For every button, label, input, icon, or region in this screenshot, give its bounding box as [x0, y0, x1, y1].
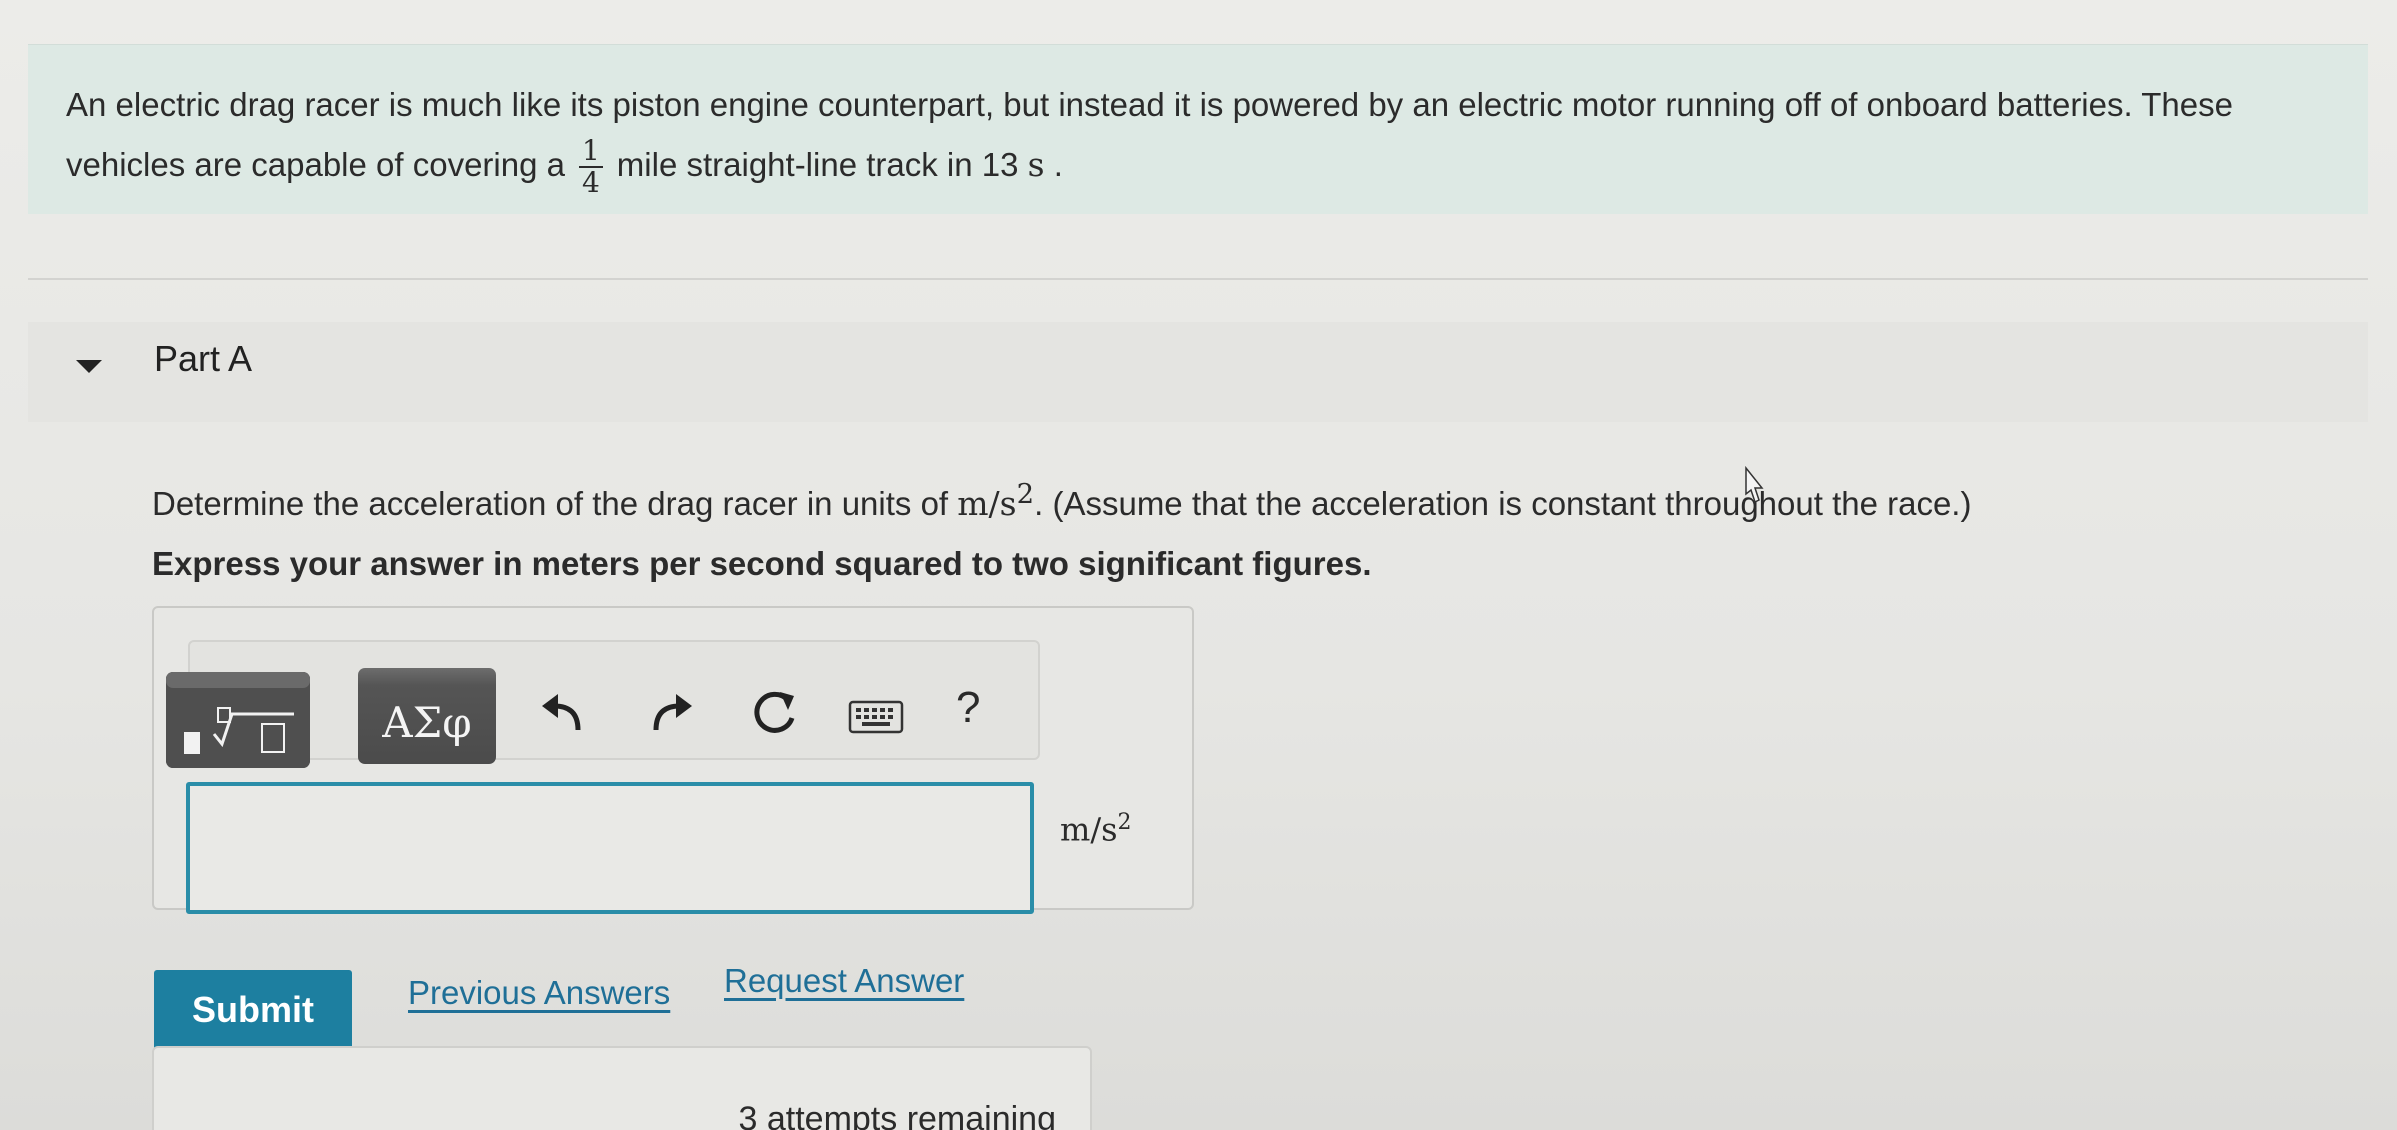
submit-button[interactable]: Submit	[154, 970, 352, 1050]
section-divider	[28, 278, 2368, 280]
page: An electric drag racer is much like its …	[0, 0, 2397, 1130]
question-before: Determine the acceleration of the drag r…	[152, 485, 949, 522]
request-answer-link[interactable]: Request Answer	[724, 962, 964, 1000]
fraction-numerator: 1	[578, 136, 603, 169]
part-title: Part A	[154, 338, 253, 379]
keyboard-icon[interactable]	[848, 700, 904, 734]
attempts-feedback-box: 3 attempts remaining	[152, 1046, 1092, 1130]
mouse-cursor-icon	[1745, 466, 1764, 504]
reset-icon[interactable]	[748, 688, 800, 740]
attempts-remaining-text: 3 attempts remaining	[738, 1100, 1057, 1130]
help-icon[interactable]: ?	[956, 686, 980, 730]
templates-button[interactable]	[166, 672, 310, 768]
question-unit-exp: 2	[1016, 478, 1035, 510]
answer-unit-base: m/s	[1060, 810, 1118, 849]
answer-unit-exp: 2	[1117, 810, 1132, 835]
seconds-unit: s	[1027, 145, 1045, 184]
templates-icon	[166, 672, 310, 768]
math-toolbar	[188, 640, 1040, 760]
intro-line2-end: mile straight-line track in 13	[616, 146, 1019, 183]
symbols-label: ΑΣφ	[382, 698, 472, 747]
instruction-text: Express your answer in meters per second…	[152, 545, 1372, 582]
fraction: 14	[578, 136, 603, 200]
intro-text: An electric drag racer is much like its …	[66, 75, 2346, 198]
part-a-header[interactable]: Part A	[28, 322, 2368, 422]
undo-icon[interactable]	[538, 690, 588, 736]
intro-line2-start: vehicles are capable of covering a	[66, 146, 565, 183]
answer-input[interactable]	[186, 782, 1034, 914]
previous-answers-link[interactable]: Previous Answers	[408, 974, 670, 1012]
fraction-denominator: 4	[581, 166, 600, 200]
collapse-caret-icon[interactable]	[76, 360, 102, 373]
redo-icon[interactable]	[646, 690, 696, 736]
question-text: Determine the acceleration of the drag r…	[152, 470, 2302, 528]
symbols-button[interactable]: ΑΣφ	[358, 668, 496, 764]
problem-intro: An electric drag racer is much like its …	[28, 44, 2368, 214]
intro-period: .	[1053, 146, 1063, 183]
answer-unit: m/s2	[1060, 810, 1132, 849]
question-unit: m/s2	[957, 478, 1034, 523]
question-unit-base: m/s	[957, 484, 1017, 523]
question-after: . (Assume that the acceleration is const…	[1034, 485, 1972, 522]
intro-line1: An electric drag racer is much like its …	[66, 86, 2233, 123]
